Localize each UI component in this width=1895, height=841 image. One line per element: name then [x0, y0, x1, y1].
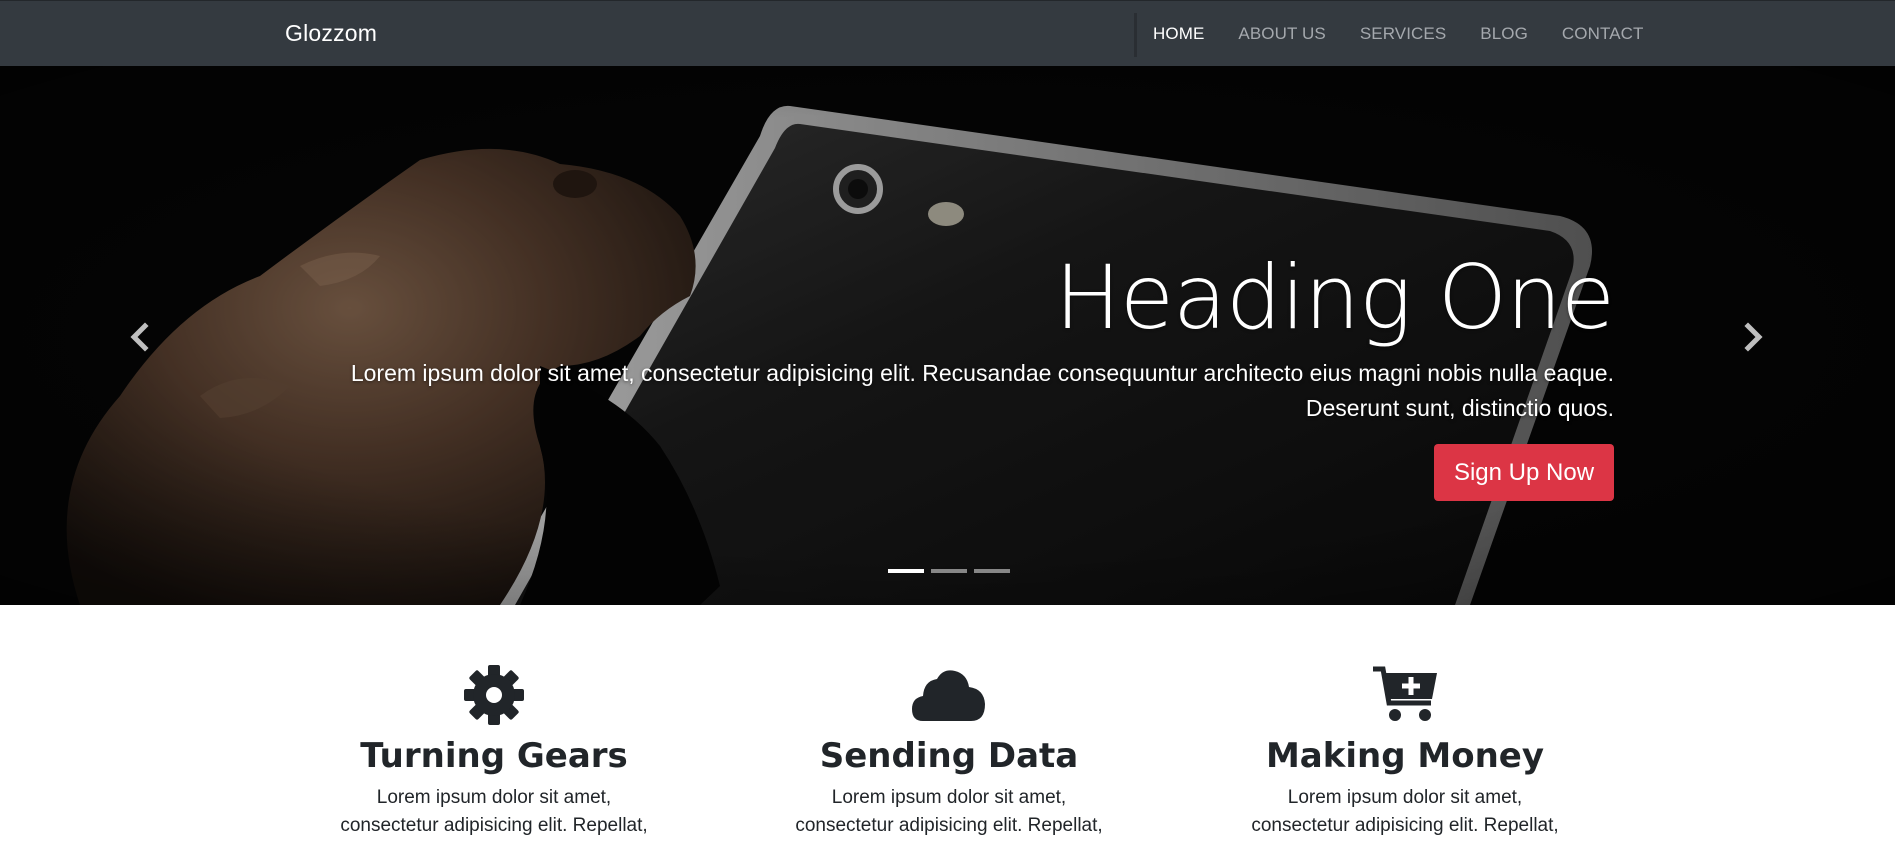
- feature-text: Lorem ipsum dolor sit amet, consectetur …: [340, 787, 648, 836]
- feature-turning-gears: Turning Gears Lorem ipsum dolor sit amet…: [294, 665, 694, 841]
- gear-icon: [464, 665, 524, 725]
- chevron-left-icon: [130, 322, 149, 352]
- cloud-icon: [912, 670, 985, 721]
- carousel-indicator-3[interactable]: [974, 569, 1010, 573]
- sign-up-button[interactable]: Sign Up Now: [1434, 444, 1614, 501]
- carousel-prev-button[interactable]: [125, 322, 155, 352]
- hero-description: Lorem ipsum dolor sit amet, consectetur …: [350, 360, 1614, 421]
- feature-text: Lorem ipsum dolor sit amet, consectetur …: [795, 787, 1103, 836]
- carousel-indicator-2[interactable]: [931, 569, 967, 573]
- brand-logo[interactable]: Glozzom: [285, 20, 377, 47]
- feature-text: Lorem ipsum dolor sit amet, consectetur …: [1251, 787, 1559, 836]
- feature-title: Making Money: [1265, 736, 1545, 776]
- nav-link-home[interactable]: HOME: [1136, 24, 1221, 44]
- nav-link-about-us[interactable]: ABOUT US: [1221, 24, 1342, 44]
- feature-making-money: Making Money Lorem ipsum dolor sit amet,…: [1205, 665, 1605, 841]
- feature-title: Turning Gears: [360, 736, 628, 776]
- hero-heading: Heading One: [1054, 246, 1615, 349]
- chevron-right-icon: [1744, 322, 1763, 352]
- feature-title: Sending Data: [819, 736, 1079, 776]
- carousel-indicators: [888, 569, 1010, 573]
- carousel-indicator-1[interactable]: [888, 569, 924, 573]
- nav-link-services[interactable]: SERVICES: [1343, 24, 1463, 44]
- nav-links: HOME ABOUT US SERVICES BLOG CONTACT: [1136, 1, 1661, 67]
- feature-sending-data: Sending Data Lorem ipsum dolor sit amet,…: [749, 665, 1149, 841]
- navbar: Glozzom HOME ABOUT US SERVICES BLOG CONT…: [0, 0, 1895, 66]
- hero-carousel: Heading One Lorem ipsum dolor sit amet, …: [0, 66, 1895, 605]
- carousel-next-button[interactable]: [1738, 322, 1768, 352]
- nav-link-contact[interactable]: CONTACT: [1545, 24, 1661, 44]
- cart-plus-icon: [1373, 666, 1437, 721]
- nav-link-blog[interactable]: BLOG: [1463, 24, 1545, 44]
